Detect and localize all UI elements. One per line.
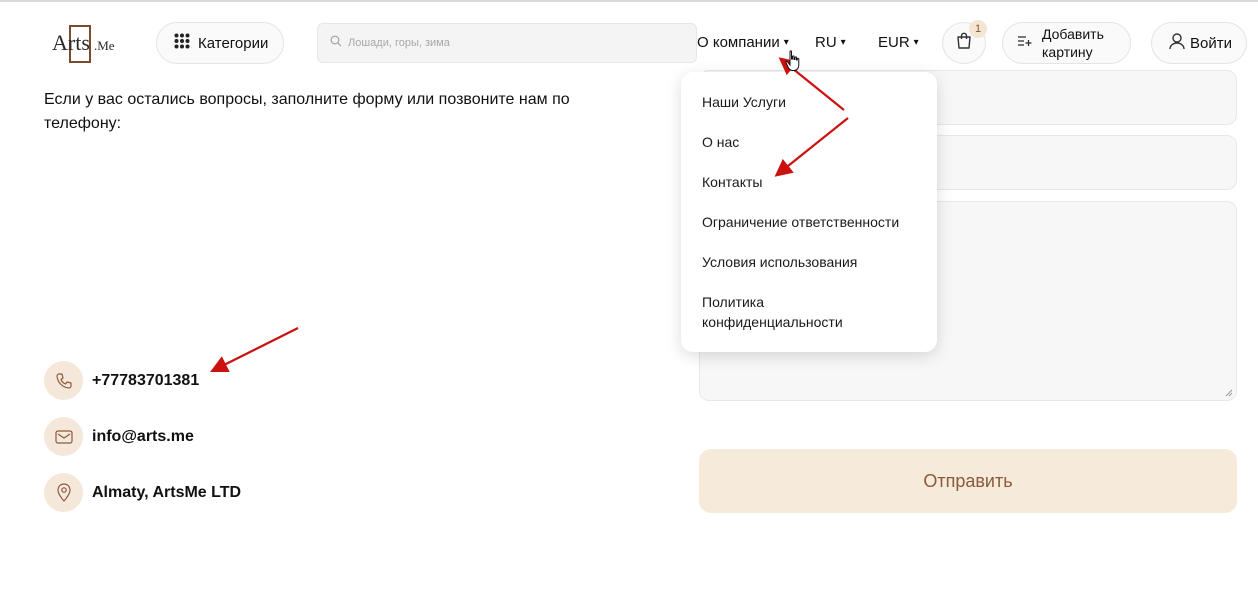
shopping-bag-icon <box>956 32 972 54</box>
logo-text: Arts <box>52 30 90 55</box>
add-painting-button[interactable]: Добавить картину <box>1002 22 1131 64</box>
search-box[interactable] <box>317 23 697 63</box>
contact-email-row: info@arts.me <box>44 417 194 456</box>
hand-cursor-icon <box>785 50 800 71</box>
logo-mark: Arts .Me <box>52 25 115 63</box>
menu-item-services[interactable]: Наши Услуги <box>702 92 927 112</box>
arrow-to-phone <box>210 327 299 372</box>
categories-button[interactable]: Категории <box>156 22 284 64</box>
language-selector[interactable]: RU ▾ <box>815 34 846 51</box>
login-label: Войти <box>1190 34 1232 52</box>
address-text: Almaty, ArtsMe LTD <box>92 483 242 501</box>
contact-address-row: Almaty, ArtsMe LTD <box>44 473 241 512</box>
logo-suffix: .Me <box>94 38 115 53</box>
company-dropdown-menu: Наши Услуги О нас Контакты Ограничение о… <box>681 72 937 352</box>
top-border <box>0 0 1258 2</box>
add-list-icon <box>1018 34 1032 52</box>
caret-down-icon: ▾ <box>783 37 789 48</box>
cart-count-badge: 1 <box>969 20 987 38</box>
phone-number[interactable]: +77783701381 <box>92 372 199 390</box>
login-button[interactable]: Войти <box>1151 22 1247 64</box>
nav-company-label: О компании <box>697 34 780 51</box>
nav-company-menu[interactable]: О компании ▾ <box>697 34 789 51</box>
currency-selector[interactable]: EUR ▾ <box>878 34 919 51</box>
add-painting-label: Добавить картину <box>1042 26 1104 60</box>
categories-label: Категории <box>198 34 269 52</box>
contact-phone-row: +77783701381 <box>44 361 199 400</box>
phone-icon <box>44 361 83 400</box>
logo[interactable]: Arts .Me <box>50 24 122 64</box>
location-pin-icon <box>44 473 83 512</box>
user-icon <box>1169 32 1185 54</box>
email-address[interactable]: info@arts.me <box>92 428 194 446</box>
menu-item-contacts[interactable]: Контакты <box>702 172 927 192</box>
search-icon <box>330 34 342 52</box>
menu-item-about[interactable]: О нас <box>702 132 927 152</box>
grid-icon <box>174 33 190 53</box>
caret-down-icon: ▾ <box>840 37 846 48</box>
caret-down-icon: ▾ <box>913 37 919 48</box>
menu-item-disclaimer[interactable]: Ограничение ответственности <box>702 212 927 232</box>
contact-intro-text: Если у вас остались вопросы, заполните ф… <box>44 91 570 132</box>
resize-handle-icon[interactable] <box>1225 389 1233 397</box>
currency-label: EUR <box>878 34 910 51</box>
menu-item-privacy[interactable]: Политика конфиденциальности <box>702 292 892 332</box>
mail-icon <box>44 417 83 456</box>
menu-item-terms[interactable]: Условия использования <box>702 252 927 272</box>
search-input[interactable] <box>348 37 688 49</box>
language-label: RU <box>815 34 837 51</box>
submit-button[interactable]: Отправить <box>699 449 1237 513</box>
